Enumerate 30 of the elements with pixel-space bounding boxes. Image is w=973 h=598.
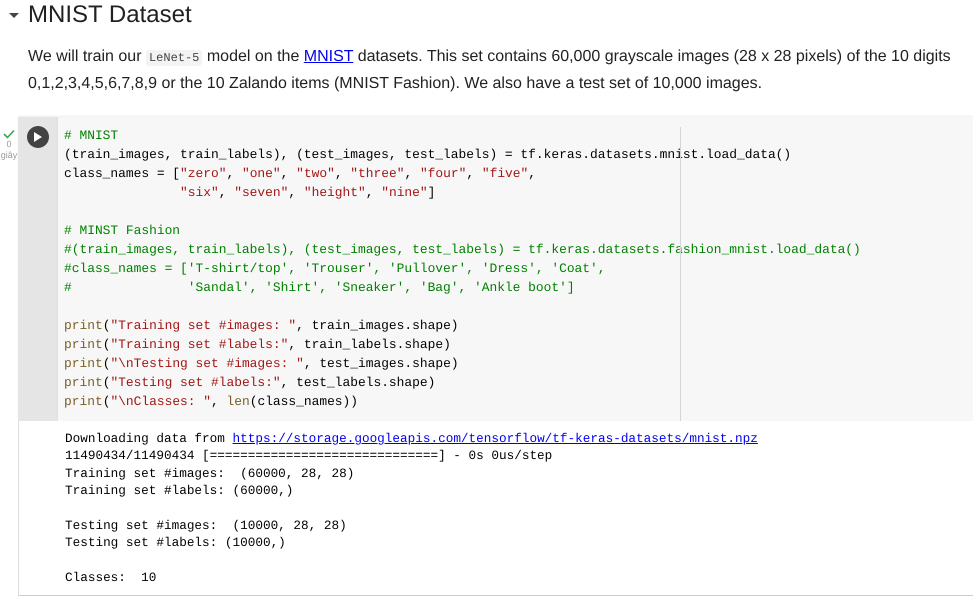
output-line: Training set #labels: (60000,): [65, 482, 294, 500]
code-line: print("Training set #images: ", train_images.shape): [64, 317, 459, 335]
play-icon: [34, 132, 42, 142]
code-line: print("Training set #labels:", train_labels.shape): [64, 336, 451, 354]
code-line: print("\nClasses: ", len(class_names)): [64, 393, 358, 411]
output-line: Testing set #labels: (10000,): [65, 534, 286, 552]
code-line: #class_names = ['T-shirt/top', 'Trouser', 'Pullover', 'Dress', 'Coat',: [64, 260, 606, 278]
output-line: 11490434/11490434 [==============================] - 0s 0us/step: [65, 447, 552, 465]
code-line: print("\nTesting set #images: ", test_images.shape): [64, 355, 459, 373]
code-line: class_names = ["zero", "one", "two", "three", "four", "five",: [64, 165, 536, 183]
code-line: #(train_images, train_labels), (test_images, test_labels) = tf.keras.datasets.fashion_mnist.load_data(): [64, 241, 861, 259]
code-line: # MNIST: [64, 127, 118, 145]
code-line: print("Testing set #labels:", test_labels.shape): [64, 374, 436, 392]
collapse-caret-icon[interactable]: [8, 11, 20, 19]
duration-unit: giây: [0, 150, 18, 161]
run-duration: 0: [6, 139, 12, 150]
code-line: "six", "seven", "height", "nine"]: [179, 184, 436, 202]
description-paragraph: We will train our LeNet-5 model on the MNIST datasets. This set contains 60,000 grayscale images (28 x 28 pixels) of the 10 digits 0,1,2,3,4,5,6,7,8,9 or the 10 Zalando items (MNIST Fashion). We also have a test set of 10,000 images.: [28, 47, 952, 94]
code-line: # 'Sandal', 'Shirt', 'Sneaker', 'Bag', 'Ankle boot']: [64, 279, 575, 297]
code-line: # MINST Fashion: [64, 222, 180, 240]
code-line: (train_images, train_labels), (test_images, test_labels) = tf.keras.datasets.mnist.load_data(): [64, 146, 792, 164]
output-line: Testing set #images: (10000, 28, 28): [65, 517, 347, 534]
section-title: MNIST Dataset: [28, 0, 192, 30]
run-button[interactable]: [27, 126, 49, 148]
mnist-link[interactable]: MNIST: [304, 48, 354, 65]
output-line: Downloading data from https://storage.googleapis.com/tensorflow/tf-keras-datasets/mnist.npz: [65, 430, 758, 448]
url-link[interactable]: https://storage.googleapis.com/tensorflow/tf-keras-datasets/mnist.npz: [232, 431, 758, 446]
output-line: Classes: 10: [65, 569, 156, 587]
code-editor[interactable]: [58, 117, 973, 421]
output-line: Training set #images: (60000, 28, 28): [65, 464, 354, 482]
